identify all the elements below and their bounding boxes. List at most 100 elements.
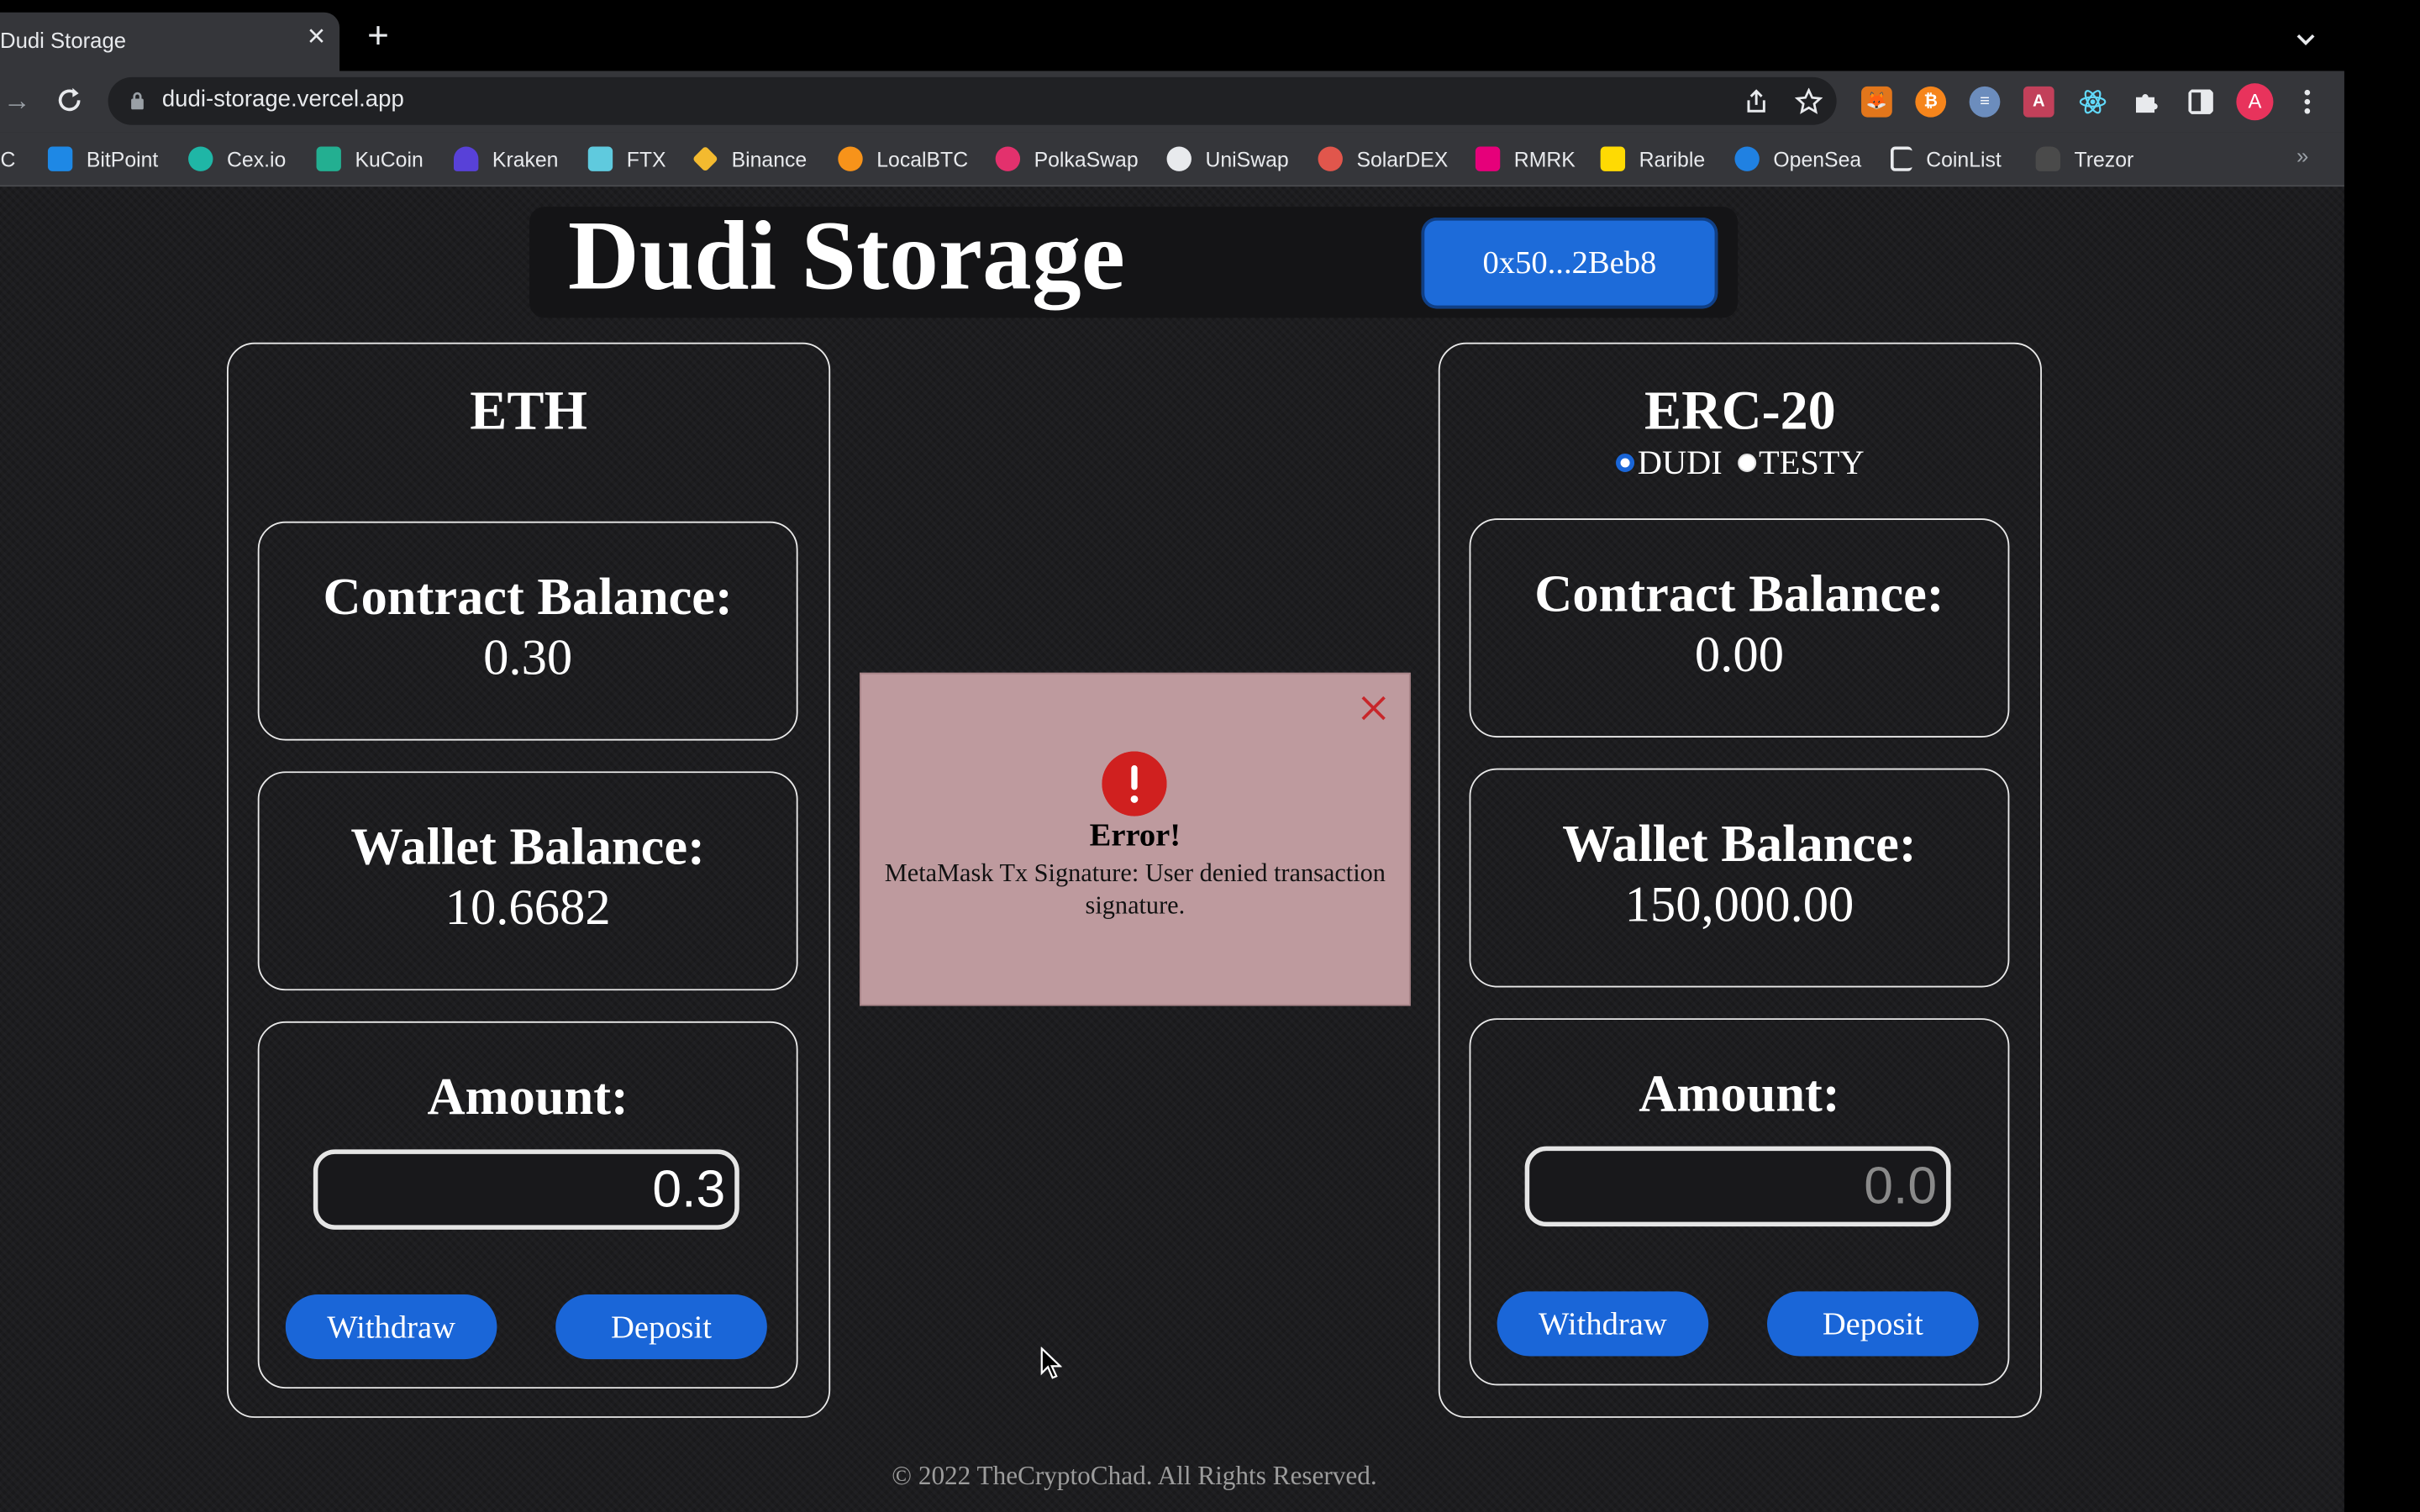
site-header: Dudi Storage 0x50...2Beb8	[529, 201, 1739, 318]
erc20-withdraw-button[interactable]: Withdraw	[1497, 1291, 1709, 1357]
erc20-deposit-button[interactable]: Deposit	[1767, 1291, 1979, 1357]
rmrk-icon	[1475, 146, 1501, 171]
contract-balance-value: 0.00	[1694, 627, 1784, 684]
wallet-address-button[interactable]: 0x50...2Beb8	[1421, 217, 1718, 309]
bookmark-label: KuCoin	[355, 147, 424, 171]
close-icon[interactable]	[1360, 695, 1387, 722]
browser-toolbar: → dudi-storage.vercel.app 🦊 ₿ ≡ A A	[0, 71, 2344, 133]
bookmark-label: UniSwap	[1205, 147, 1289, 171]
bookmark-label: Cex.io	[226, 147, 287, 171]
bookmark-label: RMRK	[1513, 147, 1576, 171]
react-devtools-icon[interactable]	[2077, 87, 2108, 118]
bookmark-item[interactable]: SolarDEX	[1318, 145, 1448, 173]
error-exclamation-icon	[1102, 751, 1167, 816]
bookmark-item[interactable]: OpenSea	[1734, 145, 1861, 173]
eth-amount-input[interactable]	[313, 1149, 739, 1230]
bookmark-label: BitPoint	[86, 147, 159, 171]
bookmark-item[interactable]: TC	[0, 145, 15, 173]
bookmark-item[interactable]: CoinList	[1890, 145, 2002, 173]
erc20-amount-input[interactable]	[1524, 1146, 1951, 1227]
tab-dudi-storage[interactable]: Dudi Storage ×	[0, 12, 340, 71]
extensions-puzzle-icon[interactable]	[2131, 87, 2162, 118]
error-alert: Error! MetaMask Tx Signature: User denie…	[860, 672, 1411, 1006]
bookmark-item[interactable]: KuCoin	[316, 145, 424, 173]
screen-edge	[2344, 0, 2420, 1512]
rarible-icon	[1600, 146, 1626, 171]
bookmark-item[interactable]: Cex.io	[188, 145, 286, 173]
bookmark-label: TC	[0, 147, 16, 171]
contract-balance-label: Contract Balance:	[323, 569, 733, 627]
bookmark-star-icon[interactable]	[1795, 87, 1823, 116]
wallet-balance-value: 10.6682	[445, 880, 611, 937]
bookmark-item[interactable]: UniSwap	[1166, 145, 1289, 173]
alert-title: Error!	[1089, 816, 1181, 853]
tab-title: Dudi Storage	[0, 28, 127, 53]
erc20-wallet-balance-card: Wallet Balance: 150,000.00	[1469, 768, 2010, 988]
erc20-panel: ERC-20 DUDI TESTY Contract Balance: 0.00…	[1438, 342, 2042, 1418]
address-bar[interactable]: dudi-storage.vercel.app	[108, 76, 1837, 125]
wallet-balance-value: 150,000.00	[1624, 878, 1854, 934]
bookmark-item[interactable]: FTX	[587, 145, 666, 173]
coinlist-icon	[1890, 146, 1912, 171]
tab-close-icon[interactable]: ×	[301, 22, 332, 53]
solardex-icon	[1318, 146, 1343, 171]
profile-avatar[interactable]: A	[2236, 83, 2274, 121]
eth-deposit-button[interactable]: Deposit	[555, 1294, 767, 1360]
tab-strip: Dudi Storage × +	[0, 0, 2344, 71]
bookmark-label: Rarible	[1639, 147, 1706, 171]
contract-balance-label: Contract Balance:	[1534, 566, 1944, 624]
erc20-amount-card: Amount: Withdraw Deposit	[1469, 1018, 2010, 1386]
bookmark-item[interactable]: LocalBTC	[838, 145, 968, 173]
eth-panel-title: ETH	[470, 379, 587, 442]
side-panel-icon[interactable]	[2186, 87, 2217, 118]
radio-testy[interactable]	[1737, 454, 1756, 473]
lock-icon[interactable]	[129, 91, 145, 110]
app-extension-icon[interactable]: A	[2023, 86, 2054, 118]
bitcoin-extension-icon[interactable]: ₿	[1915, 86, 1947, 118]
mouse-cursor-icon	[1040, 1347, 1062, 1379]
menu-kebab-icon[interactable]	[2296, 87, 2318, 118]
bookmark-label: PolkaSwap	[1034, 147, 1139, 171]
alert-message: MetaMask Tx Signature: User denied trans…	[884, 858, 1386, 920]
bookmark-label: Binance	[731, 147, 808, 171]
eth-contract-balance-card: Contract Balance: 0.30	[257, 521, 798, 741]
bookmark-item[interactable]: Trezor	[2035, 145, 2134, 173]
opensea-icon	[1734, 146, 1760, 171]
bookmark-item[interactable]: Binance	[692, 145, 808, 173]
bookmark-label: FTX	[626, 147, 666, 171]
bookmark-label: Kraken	[492, 147, 559, 171]
bookmark-item[interactable]: Kraken	[453, 145, 559, 173]
bookmark-item[interactable]: RMRK	[1475, 145, 1576, 173]
eth-withdraw-button[interactable]: Withdraw	[285, 1294, 497, 1360]
forward-arrow-icon[interactable]: →	[3, 85, 31, 116]
page-content: Dudi Storage 0x50...2Beb8 ETH Contract B…	[0, 186, 2344, 1512]
uniswap-icon	[1166, 146, 1192, 171]
url-text: dudi-storage.vercel.app	[161, 86, 404, 113]
wallet-extension-icon[interactable]: ≡	[1969, 86, 2001, 118]
bookmark-item[interactable]: Rarible	[1600, 145, 1706, 173]
kraken-icon	[453, 146, 479, 171]
erc20-contract-balance-card: Contract Balance: 0.00	[1469, 518, 2010, 738]
binance-icon	[692, 145, 718, 172]
bookmark-label: Trezor	[2074, 147, 2134, 171]
token-selector: DUDI TESTY	[1440, 443, 2040, 483]
wallet-balance-label: Wallet Balance:	[1562, 816, 1917, 874]
bookmarks-overflow-icon[interactable]: »	[2296, 144, 2308, 168]
new-tab-icon[interactable]: +	[358, 18, 398, 55]
trezor-icon	[2035, 146, 2060, 171]
bitpoint-icon	[47, 146, 73, 171]
wallet-balance-label: Wallet Balance:	[350, 819, 705, 877]
footer-copyright: © 2022 TheCryptoChad. All Rights Reserve…	[892, 1461, 1377, 1491]
tab-search-chevron-icon[interactable]	[2291, 24, 2322, 55]
bookmark-item[interactable]: PolkaSwap	[995, 145, 1139, 173]
bookmark-label: OpenSea	[1773, 147, 1862, 171]
erc20-panel-title: ERC-20	[1644, 379, 1836, 442]
share-icon[interactable]	[1743, 88, 1770, 116]
metamask-extension-icon[interactable]: 🦊	[1861, 86, 1892, 118]
reload-icon[interactable]	[52, 83, 86, 117]
ftx-icon	[587, 146, 613, 171]
eth-amount-card: Amount: Withdraw Deposit	[257, 1021, 798, 1389]
radio-dudi[interactable]	[1616, 454, 1635, 473]
amount-label: Amount:	[1639, 1066, 1840, 1124]
bookmark-item[interactable]: BitPoint	[47, 145, 159, 173]
